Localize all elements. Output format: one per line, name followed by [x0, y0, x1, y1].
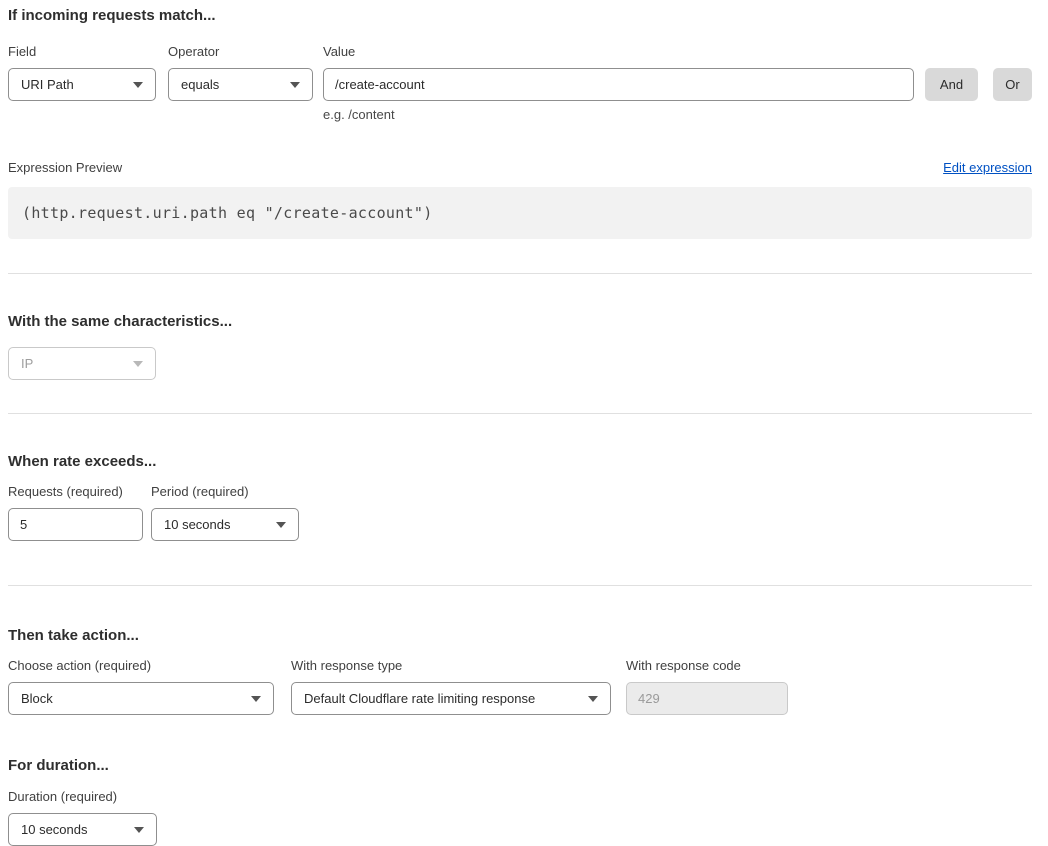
- characteristic-select-value: IP: [21, 356, 33, 371]
- chevron-down-icon: [251, 696, 261, 702]
- chevron-down-icon: [290, 82, 300, 88]
- response-type-select[interactable]: Default Cloudflare rate limiting respons…: [291, 682, 611, 715]
- expression-code: (http.request.uri.path eq "/create-accou…: [22, 204, 433, 222]
- section-divider: [8, 273, 1032, 274]
- response-type-select-value: Default Cloudflare rate limiting respons…: [304, 691, 535, 706]
- choose-action-label: Choose action (required): [8, 658, 274, 674]
- field-select[interactable]: URI Path: [8, 68, 156, 101]
- field-select-value: URI Path: [21, 77, 74, 92]
- section-heading-duration: For duration...: [8, 756, 1032, 775]
- duration-label: Duration (required): [8, 789, 157, 805]
- duration-select-value: 10 seconds: [21, 822, 88, 837]
- section-heading-match: If incoming requests match...: [8, 6, 1032, 25]
- operator-select[interactable]: equals: [168, 68, 313, 101]
- value-hint: e.g. /content: [323, 107, 914, 123]
- section-heading-rate: When rate exceeds...: [8, 452, 1032, 471]
- expression-preview-row: Expression Preview Edit expression: [8, 160, 1032, 176]
- operator-label: Operator: [168, 44, 313, 60]
- choose-action-select-value: Block: [21, 691, 53, 706]
- operator-select-value: equals: [181, 77, 219, 92]
- expression-preview-label: Expression Preview: [8, 160, 122, 176]
- requests-label: Requests (required): [8, 484, 143, 500]
- section-divider: [8, 585, 1032, 586]
- section-heading-action: Then take action...: [8, 626, 1032, 645]
- period-select-value: 10 seconds: [164, 517, 231, 532]
- value-label: Value: [323, 44, 914, 60]
- field-label: Field: [8, 44, 156, 60]
- response-code-label: With response code: [626, 658, 788, 674]
- requests-input[interactable]: [8, 508, 143, 541]
- section-divider: [8, 413, 1032, 414]
- response-type-label: With response type: [291, 658, 611, 674]
- section-heading-characteristics: With the same characteristics...: [8, 312, 1032, 331]
- duration-select[interactable]: 10 seconds: [8, 813, 157, 846]
- value-input[interactable]: [323, 68, 914, 101]
- match-fields-row: Field URI Path Operator equals Value e.g…: [8, 44, 1032, 123]
- rate-fields-row: Requests (required) Period (required) 10…: [8, 484, 1032, 541]
- chevron-down-icon: [588, 696, 598, 702]
- expression-preview-box: (http.request.uri.path eq "/create-accou…: [8, 187, 1032, 239]
- period-label: Period (required): [151, 484, 299, 500]
- chevron-down-icon: [133, 361, 143, 367]
- rate-limiting-rule-form: If incoming requests match... Field URI …: [0, 0, 1040, 846]
- action-fields-row: Choose action (required) Block With resp…: [8, 658, 1032, 715]
- period-select[interactable]: 10 seconds: [151, 508, 299, 541]
- chevron-down-icon: [276, 522, 286, 528]
- choose-action-select[interactable]: Block: [8, 682, 274, 715]
- or-button[interactable]: Or: [993, 68, 1032, 101]
- chevron-down-icon: [134, 827, 144, 833]
- response-code-input: [626, 682, 788, 715]
- edit-expression-link[interactable]: Edit expression: [943, 160, 1032, 175]
- characteristic-select: IP: [8, 347, 156, 380]
- chevron-down-icon: [133, 82, 143, 88]
- and-button[interactable]: And: [925, 68, 978, 101]
